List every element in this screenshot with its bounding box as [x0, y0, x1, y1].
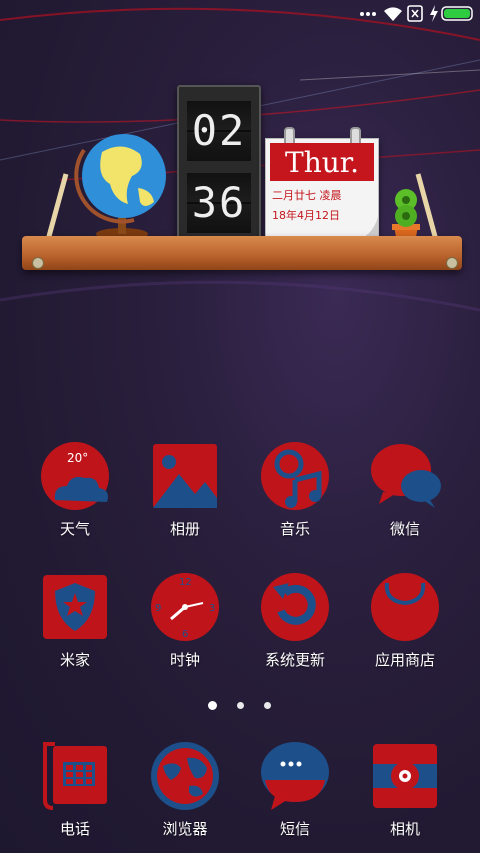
calendar-lunar-date: 二月廿七 凌晨	[272, 189, 342, 202]
app-system-update[interactable]: 系统更新	[240, 571, 350, 670]
app-label: 音乐	[279, 520, 310, 538]
calendar-card[interactable]: Thur. 二月廿七 凌晨 18年4月12日	[265, 127, 379, 242]
dock-camera[interactable]: 相机	[350, 740, 460, 839]
battery-icon	[441, 6, 473, 21]
page-dot[interactable]	[264, 702, 271, 709]
app-label: 相册	[169, 520, 200, 538]
weather-icon: 20°	[41, 442, 109, 510]
app-music[interactable]: 音乐	[240, 440, 350, 539]
app-label: 微信	[389, 520, 420, 538]
clock-hours: 02	[187, 101, 251, 161]
dock-messages[interactable]: 短信	[240, 740, 350, 839]
clock-icon: 12 3 6 9	[151, 573, 219, 641]
mijia-icon	[43, 575, 107, 639]
dots-icon	[360, 12, 376, 16]
app-label: 相机	[389, 820, 420, 838]
wechat-icon	[371, 444, 441, 508]
page-dot-active[interactable]	[208, 701, 217, 710]
page-indicator[interactable]	[206, 700, 276, 712]
app-store[interactable]: 应用商店	[350, 571, 460, 670]
app-label: 天气	[59, 520, 90, 538]
app-weather[interactable]: 20° 天气	[20, 440, 130, 539]
globe-icon	[74, 134, 166, 240]
app-label: 时钟	[169, 651, 200, 669]
flip-clock[interactable]: 02 36	[177, 85, 261, 247]
camera-icon	[373, 744, 437, 808]
wifi-icon	[384, 7, 402, 21]
phone-icon	[43, 742, 107, 810]
dock-browser[interactable]: 浏览器	[130, 740, 240, 839]
browser-icon	[151, 742, 219, 810]
gallery-icon	[153, 444, 217, 508]
app-label: 应用商店	[374, 651, 435, 669]
screw	[32, 257, 44, 269]
app-label: 米家	[59, 651, 90, 669]
app-store-icon	[371, 573, 439, 641]
app-label: 电话	[59, 820, 90, 838]
app-clock[interactable]: 12 3 6 9 时钟	[130, 571, 240, 670]
clock-number: 12	[179, 577, 192, 588]
update-icon	[261, 573, 329, 641]
calendar-weekday: Thur.	[285, 146, 359, 179]
clock-number: 6	[182, 629, 188, 640]
app-wechat[interactable]: 微信	[350, 440, 460, 539]
app-label: 系统更新	[264, 651, 325, 669]
clock-number: 9	[155, 603, 161, 614]
status-bar	[0, 0, 480, 28]
messages-icon	[261, 742, 329, 810]
sim-off-icon	[407, 5, 423, 22]
calendar-date: 18年4月12日	[272, 209, 340, 222]
charging-icon	[430, 5, 438, 22]
screw	[446, 257, 458, 269]
music-icon	[261, 442, 329, 510]
weather-temp: 20°	[67, 451, 88, 465]
dock-phone[interactable]: 电话	[20, 740, 130, 839]
page-dot[interactable]	[237, 702, 244, 709]
clock-minutes: 36	[187, 173, 251, 233]
calendar-header: Thur.	[270, 143, 374, 181]
app-label: 浏览器	[162, 820, 208, 838]
app-label: 短信	[279, 820, 310, 838]
app-mijia[interactable]: 米家	[20, 571, 130, 670]
app-gallery[interactable]: 相册	[130, 440, 240, 539]
clock-number: 3	[209, 603, 215, 614]
shelf-board	[22, 236, 462, 270]
